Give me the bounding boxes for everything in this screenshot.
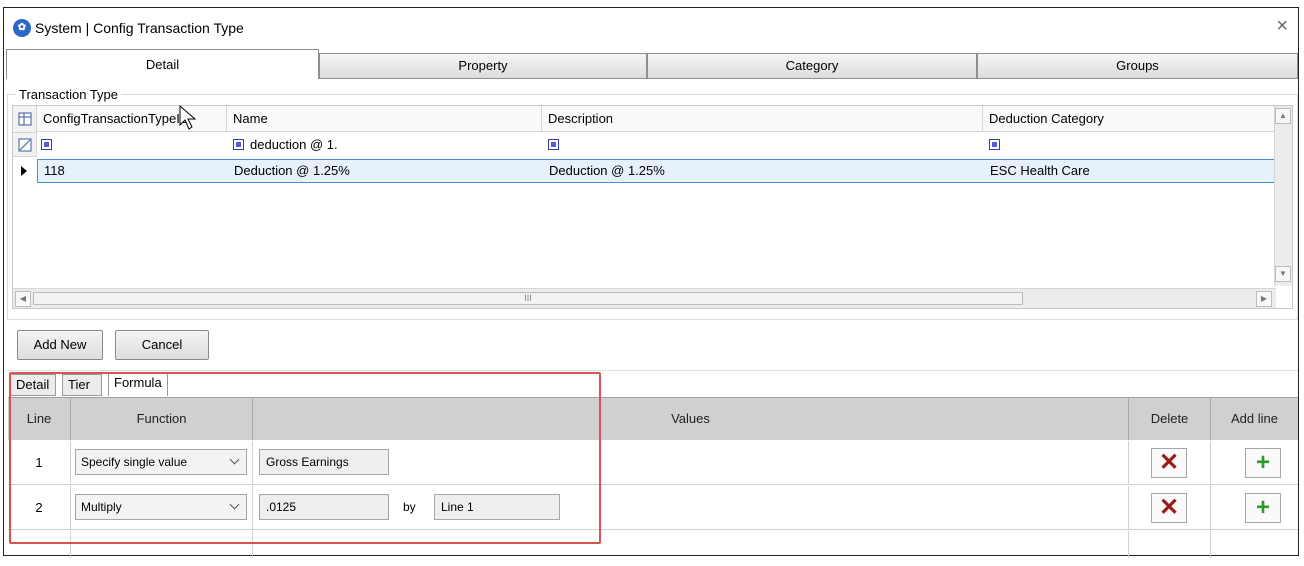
- scroll-left-icon[interactable]: ◀: [15, 291, 31, 307]
- function-select-value: Multiply: [81, 500, 122, 514]
- header-delete: Delete: [1129, 398, 1211, 440]
- cell-name[interactable]: Deduction @ 1.25%: [228, 160, 350, 182]
- vertical-scrollbar[interactable]: ▲ ▼: [1274, 106, 1292, 286]
- title-bar: ✿ System | Config Transaction Type ×: [4, 8, 1298, 48]
- config-transaction-type-window: ✿ System | Config Transaction Type × Det…: [3, 7, 1299, 558]
- empty-cell: [253, 531, 1129, 558]
- horizontal-scrollbar[interactable]: ◀ III ▶: [13, 288, 1276, 308]
- function-select[interactable]: Multiply: [75, 494, 247, 520]
- empty-cell: [8, 531, 71, 558]
- window-title: System | Config Transaction Type: [35, 20, 244, 36]
- main-tabs: Detail Property Category Groups: [6, 49, 1298, 79]
- value-field[interactable]: .0125: [259, 494, 389, 520]
- tab-groups[interactable]: Groups: [977, 53, 1298, 79]
- subtab-detail[interactable]: Detail: [10, 374, 56, 396]
- delete-icon[interactable]: ✕: [1151, 448, 1187, 478]
- formula-table: Line Function Values Delete Add line 1 S…: [8, 397, 1298, 558]
- col-header-name[interactable]: Name: [227, 106, 542, 132]
- header-line: Line: [8, 398, 71, 440]
- filter-name[interactable]: deduction @ 1.: [229, 133, 338, 157]
- filter-category[interactable]: [985, 133, 1006, 157]
- by-label: by: [403, 500, 416, 514]
- column-chooser-icon[interactable]: [13, 106, 37, 133]
- subtab-formula[interactable]: Formula: [108, 372, 168, 396]
- scroll-thumb[interactable]: III: [33, 292, 1023, 305]
- cell-description[interactable]: Deduction @ 1.25%: [543, 160, 665, 182]
- function-select[interactable]: Specify single value: [75, 449, 247, 475]
- filter-operator-icon[interactable]: [233, 139, 244, 150]
- divider: [6, 370, 1298, 371]
- empty-cell: [1129, 531, 1211, 558]
- tab-property[interactable]: Property: [319, 53, 647, 79]
- app-logo-icon: ✿: [13, 19, 31, 37]
- tab-category[interactable]: Category: [647, 53, 977, 79]
- line-reference-field[interactable]: Line 1: [434, 494, 560, 520]
- filter-description[interactable]: [544, 133, 565, 157]
- close-icon[interactable]: ×: [1276, 16, 1288, 36]
- col-header-deduction-category[interactable]: Deduction Category: [983, 106, 1276, 132]
- tab-detail[interactable]: Detail: [6, 49, 319, 79]
- line-number: 1: [8, 441, 71, 485]
- delete-cell: ✕: [1129, 441, 1211, 485]
- table-row[interactable]: 118 Deduction @ 1.25% Deduction @ 1.25% …: [37, 159, 1276, 183]
- subtab-tier[interactable]: Tier: [62, 374, 102, 396]
- chevron-down-icon: [229, 454, 240, 465]
- filter-row: deduction @ 1.: [37, 133, 1276, 157]
- add-cell: +: [1211, 486, 1298, 530]
- values-cell: .0125 by Line 1: [253, 486, 1129, 530]
- delete-icon[interactable]: ✕: [1151, 493, 1187, 523]
- add-icon[interactable]: +: [1245, 448, 1281, 478]
- empty-cell: [71, 531, 253, 558]
- cell-id[interactable]: 118: [38, 160, 65, 182]
- formula-row: 1 Specify single value Gross Earnings ✕ …: [8, 441, 1298, 485]
- formula-row: 2 Multiply .0125 by Line 1 ✕ +: [8, 486, 1298, 530]
- filter-operator-icon[interactable]: [989, 139, 1000, 150]
- scroll-right-icon[interactable]: ▶: [1256, 291, 1272, 307]
- delete-cell: ✕: [1129, 486, 1211, 530]
- transaction-type-group: Transaction Type ConfigTransactionTypeID…: [7, 87, 1298, 320]
- values-cell: Gross Earnings: [253, 441, 1129, 485]
- line-number: 2: [8, 486, 71, 530]
- scroll-down-icon[interactable]: ▼: [1275, 266, 1291, 282]
- filter-operator-icon[interactable]: [41, 139, 52, 150]
- function-cell: Specify single value: [71, 441, 253, 485]
- group-label: Transaction Type: [16, 87, 121, 102]
- add-new-button[interactable]: Add New: [17, 330, 103, 360]
- header-add-line: Add line: [1211, 398, 1298, 440]
- col-header-description[interactable]: Description: [542, 106, 983, 132]
- add-cell: +: [1211, 441, 1298, 485]
- header-function: Function: [71, 398, 253, 440]
- row-indicator-icon: [21, 166, 27, 176]
- add-icon[interactable]: +: [1245, 493, 1281, 523]
- function-cell: Multiply: [71, 486, 253, 530]
- filter-operator-icon[interactable]: [548, 139, 559, 150]
- cell-category[interactable]: ESC Health Care: [984, 160, 1090, 182]
- filter-name-value[interactable]: deduction @ 1.: [250, 137, 338, 152]
- filter-id[interactable]: [37, 133, 58, 157]
- value-field[interactable]: Gross Earnings: [259, 449, 389, 475]
- header-values: Values: [253, 398, 1129, 440]
- formula-row-empty: [8, 531, 1298, 558]
- function-select-value: Specify single value: [81, 455, 188, 469]
- chevron-down-icon: [229, 499, 240, 510]
- filter-clear-icon[interactable]: [13, 133, 37, 157]
- cancel-button[interactable]: Cancel: [115, 330, 209, 360]
- transaction-type-grid: ConfigTransactionTypeID Name Description…: [12, 105, 1293, 309]
- scroll-up-icon[interactable]: ▲: [1275, 108, 1291, 124]
